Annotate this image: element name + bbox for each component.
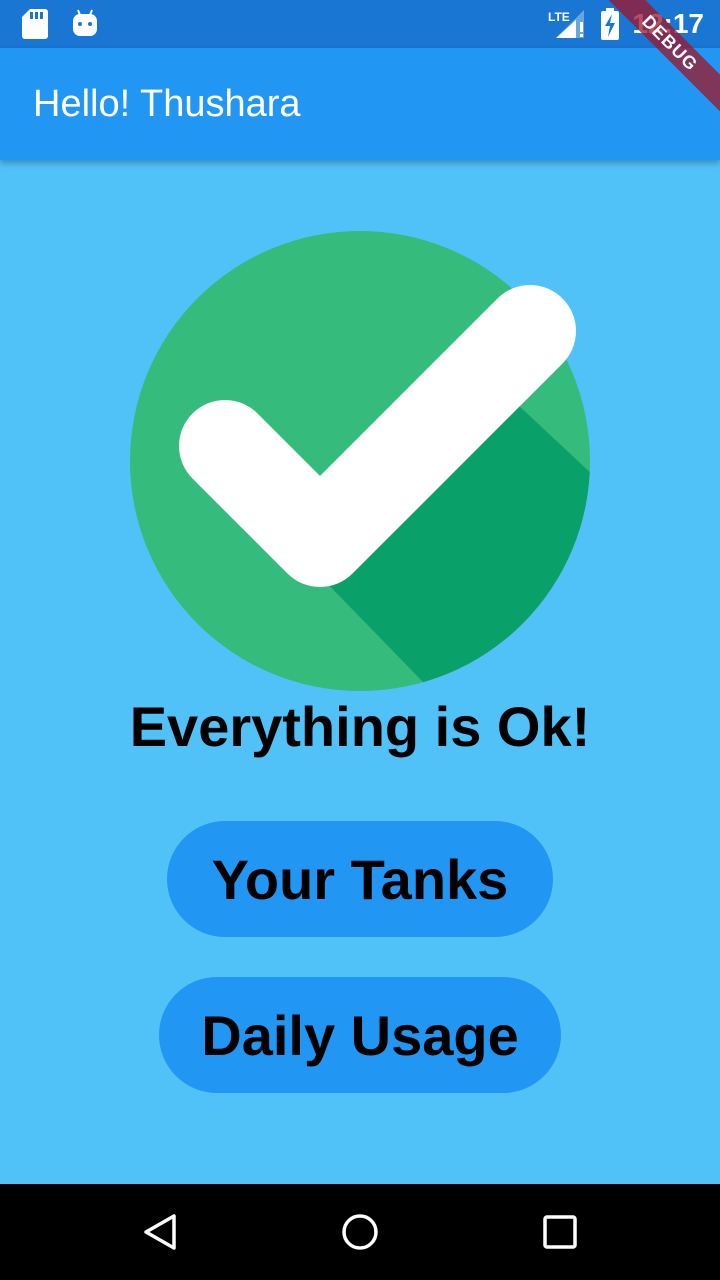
status-bar-left bbox=[22, 9, 98, 39]
signal-icon: LTE bbox=[548, 10, 585, 38]
android-icon bbox=[73, 9, 97, 36]
debug-banner: DEBUG bbox=[590, 0, 720, 130]
your-tanks-button[interactable]: Your Tanks bbox=[167, 821, 553, 937]
network-label: LTE bbox=[548, 10, 570, 24]
sd-card-icon bbox=[22, 9, 48, 39]
nav-bar bbox=[0, 1184, 720, 1280]
back-icon[interactable] bbox=[140, 1212, 180, 1252]
check-circle-icon bbox=[130, 231, 590, 691]
debug-banner-label: DEBUG bbox=[597, 0, 720, 116]
daily-usage-button[interactable]: Daily Usage bbox=[159, 977, 561, 1093]
page-title: Hello! Thushara bbox=[33, 83, 301, 125]
status-message: Everything is Ok! bbox=[129, 695, 591, 758]
home-icon[interactable] bbox=[340, 1212, 380, 1252]
recents-icon[interactable] bbox=[540, 1212, 580, 1252]
